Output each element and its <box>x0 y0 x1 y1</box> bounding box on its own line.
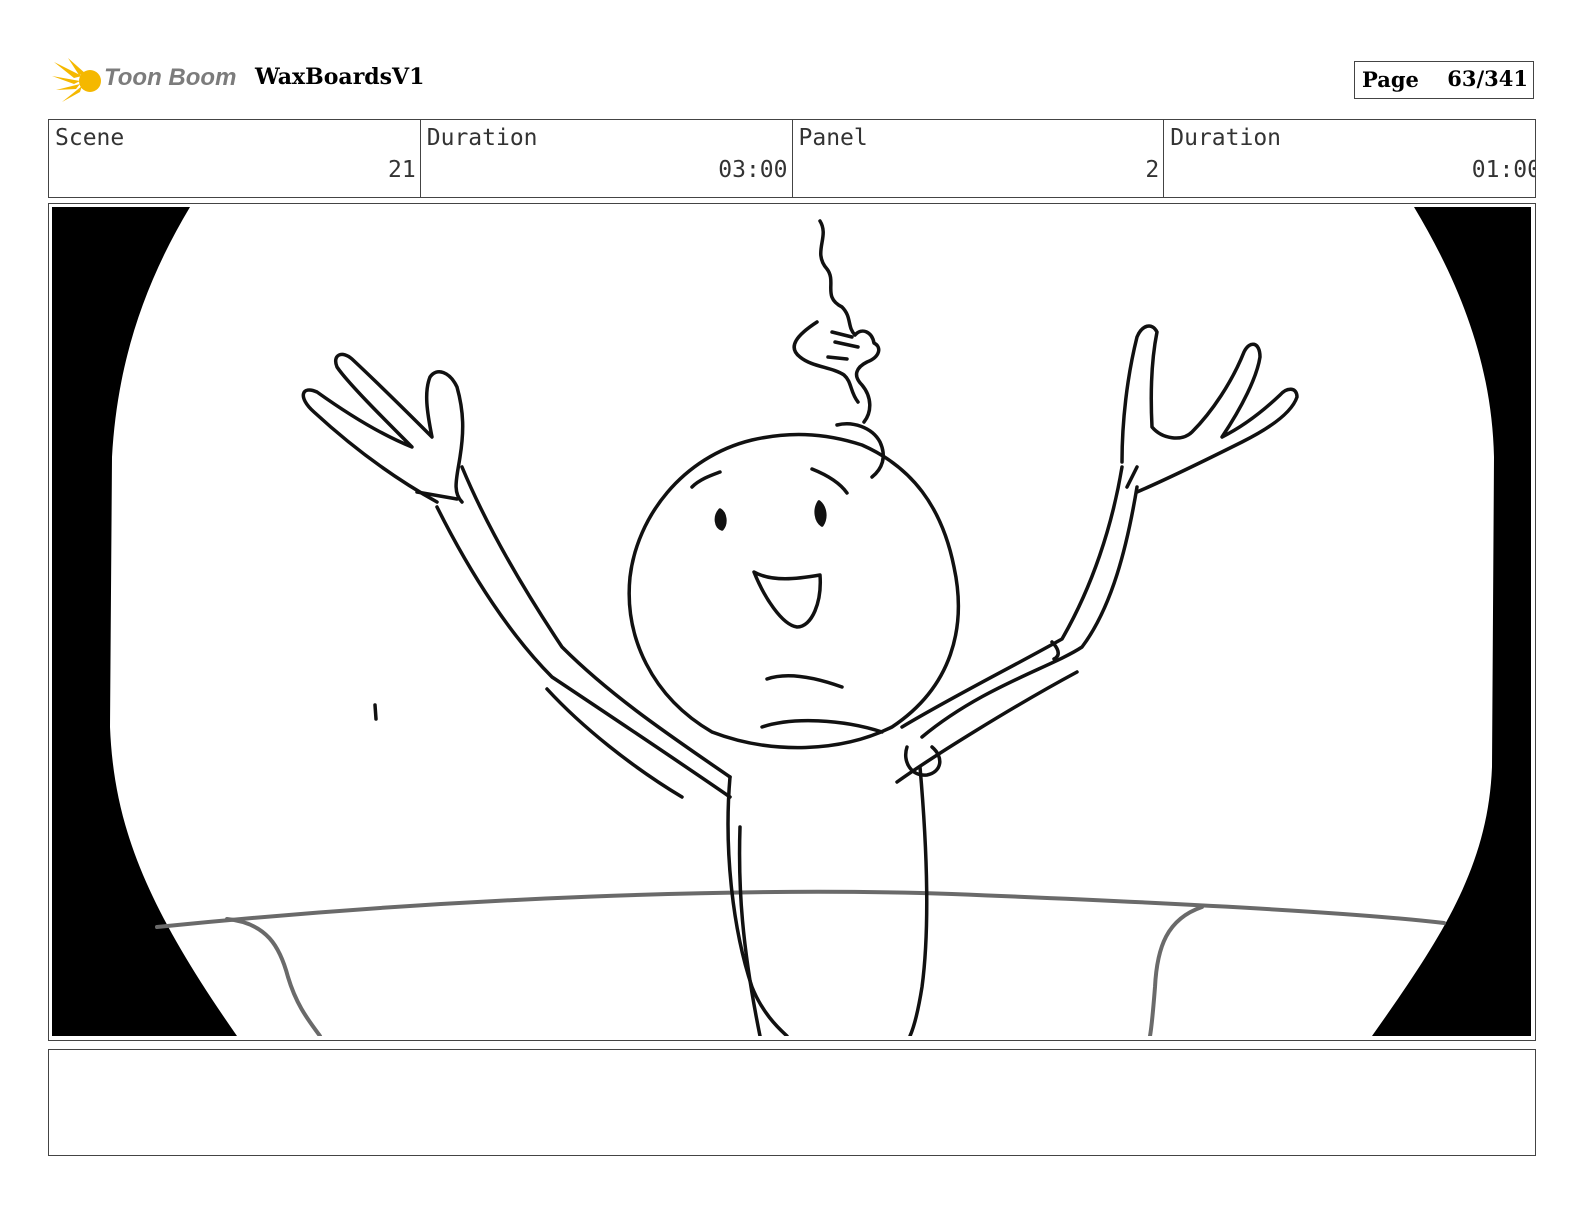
character-mouth <box>752 570 822 629</box>
scene-duration-label: Duration <box>426 125 538 151</box>
panel-duration-label: Duration <box>1170 125 1282 151</box>
page-indicator: Page 63/341 <box>1354 61 1534 99</box>
scene-duration-cell: Duration 03:00 <box>421 120 793 197</box>
panel-cell: Panel 2 <box>793 120 1165 197</box>
hair-flame <box>818 219 881 424</box>
character-torso <box>726 775 789 1036</box>
scene-cell: Scene 21 <box>49 120 421 197</box>
panel-duration-cell: Duration 01:00 <box>1164 120 1535 197</box>
star-burst-icon <box>52 58 101 102</box>
couch-right-arm <box>1148 905 1204 1036</box>
page-label: Page <box>1362 67 1419 92</box>
panel-label: Panel <box>798 125 868 151</box>
right-hand <box>1120 324 1299 494</box>
panel-notes <box>48 1049 1536 1156</box>
left-hand <box>301 352 465 504</box>
brand-name: Toon Boom <box>104 64 237 91</box>
couch-back-line <box>155 889 1446 929</box>
toon-boom-logo: Toon Boom <box>52 56 242 106</box>
vignette-right <box>1372 207 1531 1036</box>
panel-info-table: Scene 21 Duration 03:00 Panel 2 Duration… <box>48 119 1536 198</box>
character-head <box>627 432 961 750</box>
left-arm <box>435 505 732 799</box>
storyboard-sketch <box>52 207 1531 1036</box>
panel-value: 2 <box>1145 157 1160 183</box>
couch-left-arm <box>225 917 322 1036</box>
scene-label: Scene <box>55 125 125 151</box>
storyboard-panel <box>48 203 1536 1041</box>
panel-duration-value: 01:00 <box>1471 157 1535 183</box>
page-number: 63/341 <box>1447 66 1528 91</box>
project-title: WaxBoardsV1 <box>255 64 425 90</box>
scene-value: 21 <box>388 157 416 183</box>
scene-duration-value: 03:00 <box>718 157 788 183</box>
vignette-left <box>52 207 237 1036</box>
